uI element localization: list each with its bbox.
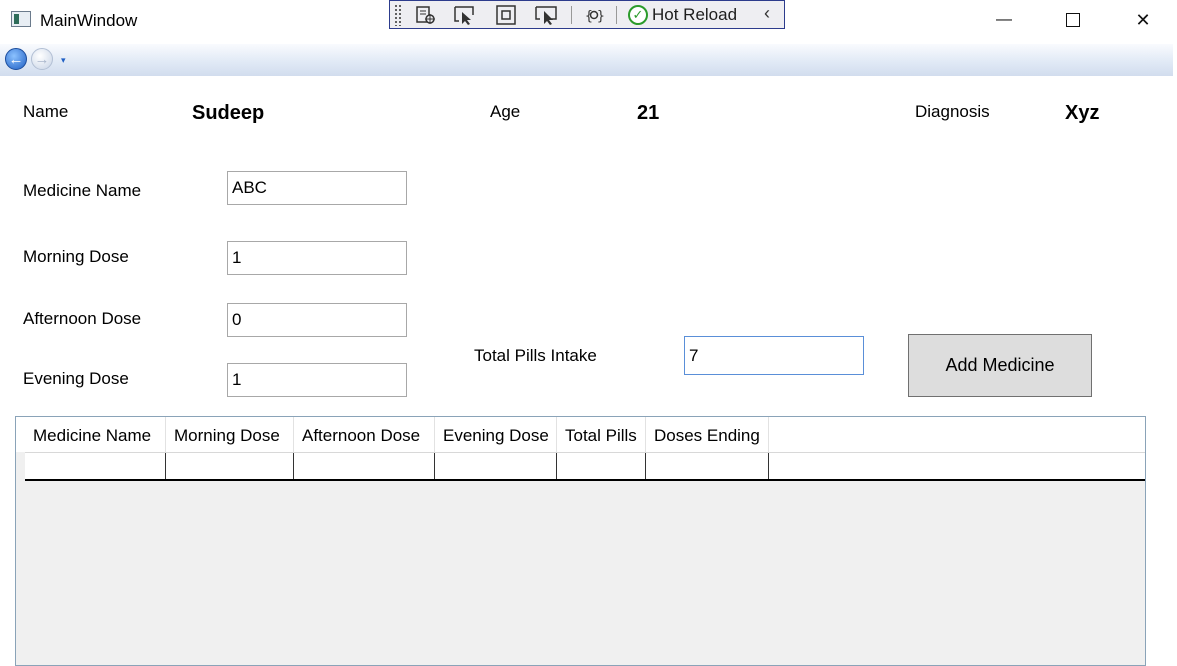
column-header-doses-ending[interactable]: Doses Ending xyxy=(646,417,769,452)
navigation-bar: ← → ▾ xyxy=(0,44,1173,76)
forward-button[interactable]: → xyxy=(31,48,53,70)
grid-header: Medicine Name Morning Dose Afternoon Dos… xyxy=(16,417,1145,452)
forward-arrow-icon: → xyxy=(34,50,50,68)
track-focus-icon[interactable] xyxy=(534,4,558,26)
medicine-grid[interactable]: Medicine Name Morning Dose Afternoon Dos… xyxy=(15,416,1146,666)
evening-dose-label: Evening Dose xyxy=(23,369,129,388)
add-medicine-button[interactable]: Add Medicine xyxy=(908,334,1092,397)
hot-reload-button[interactable]: ✓ Hot Reload xyxy=(628,3,737,27)
table-cell[interactable] xyxy=(557,453,646,479)
minimize-icon: — xyxy=(996,11,1012,28)
navigation-history-dropdown-icon[interactable]: ▾ xyxy=(61,55,66,66)
window-title: MainWindow xyxy=(40,11,138,30)
medicine-name-label: Medicine Name xyxy=(23,181,142,200)
hot-reload-toolbar: {} ✓ Hot Reload ‹ xyxy=(389,0,785,29)
column-header-total-pills[interactable]: Total Pills xyxy=(557,417,646,452)
close-icon: ✕ xyxy=(1135,9,1151,30)
medicine-name-input[interactable] xyxy=(227,171,407,205)
maximize-icon xyxy=(1066,13,1080,27)
name-value: Sudeep xyxy=(192,102,265,124)
name-label: Name xyxy=(23,102,69,121)
live-visual-tree-icon[interactable] xyxy=(414,4,438,26)
table-cell[interactable] xyxy=(294,453,435,479)
select-element-icon[interactable] xyxy=(453,4,477,26)
collapse-chevron-icon[interactable]: ‹ xyxy=(764,3,770,24)
minimize-button[interactable]: — xyxy=(981,0,1027,40)
age-value: 21 xyxy=(637,102,660,124)
svg-text:}: } xyxy=(597,9,605,24)
toolbar-separator xyxy=(571,6,572,24)
column-header-morning-dose[interactable]: Morning Dose xyxy=(166,417,294,452)
total-pills-input[interactable] xyxy=(684,336,864,375)
evening-dose-input[interactable] xyxy=(227,363,407,397)
grip-icon[interactable] xyxy=(394,4,402,26)
column-header-afternoon-dose[interactable]: Afternoon Dose xyxy=(294,417,435,452)
diagnosis-value: Xyz xyxy=(1065,102,1100,124)
table-cell[interactable] xyxy=(435,453,557,479)
hot-reload-label: Hot Reload xyxy=(652,5,738,24)
age-label: Age xyxy=(490,102,521,121)
toolbar-separator xyxy=(616,6,617,24)
maximize-button[interactable] xyxy=(1050,0,1096,40)
morning-dose-label: Morning Dose xyxy=(23,247,129,266)
morning-dose-input[interactable] xyxy=(227,241,407,275)
diagnosis-label: Diagnosis xyxy=(915,102,990,121)
column-header-evening-dose[interactable]: Evening Dose xyxy=(435,417,557,452)
hot-reload-check-icon: ✓ xyxy=(628,5,648,25)
column-header-medicine-name[interactable]: Medicine Name xyxy=(25,417,166,452)
afternoon-dose-input[interactable] xyxy=(227,303,407,337)
app-icon xyxy=(11,11,31,27)
binding-failures-icon[interactable]: {} xyxy=(582,4,606,26)
total-pills-label: Total Pills Intake xyxy=(474,346,597,365)
table-cell[interactable] xyxy=(646,453,769,479)
back-button[interactable]: ← xyxy=(5,48,27,70)
display-adorners-icon[interactable] xyxy=(494,4,518,26)
table-cell[interactable] xyxy=(166,453,294,479)
table-cell[interactable] xyxy=(25,453,166,479)
back-arrow-icon: ← xyxy=(8,50,24,68)
afternoon-dose-label: Afternoon Dose xyxy=(23,309,142,328)
table-row[interactable] xyxy=(25,452,1145,481)
close-button[interactable]: ✕ xyxy=(1120,0,1166,40)
